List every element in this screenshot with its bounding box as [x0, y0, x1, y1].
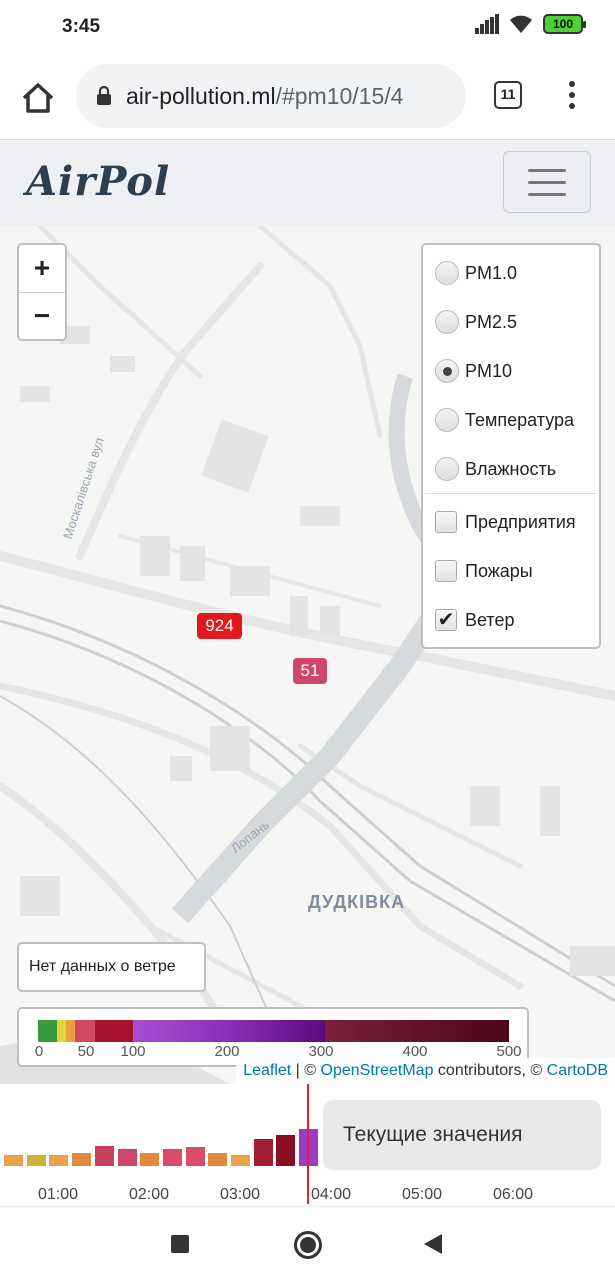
legend-tick: 100 — [120, 1043, 146, 1060]
more-vert-icon[interactable] — [560, 78, 584, 114]
timeline[interactable]: 01:00 02:00 03:00 04:00 05:00 06:00 Теку… — [0, 1084, 615, 1206]
signal-icon — [475, 14, 499, 34]
status-bar: 3:45 100 — [0, 0, 615, 54]
leaflet-link[interactable]: Leaflet — [243, 1062, 291, 1079]
layers-control: PM1.0 PM2.5 PM10 Температура Влажность П… — [421, 243, 601, 649]
overlay-enterprises[interactable]: Предприятия — [435, 511, 576, 533]
layer-pm1[interactable]: PM1.0 — [435, 261, 517, 285]
layer-pm10[interactable]: PM10 — [435, 359, 512, 383]
legend-tick: 0 — [34, 1043, 44, 1060]
layer-temperature[interactable]: Температура — [435, 408, 574, 432]
wifi-icon — [510, 15, 532, 33]
overlay-wind[interactable]: ✔ Ветер — [435, 609, 514, 631]
timeline-label: 04:00 — [310, 1186, 352, 1203]
url-text: air-pollution.ml/#pm10/15/4 — [126, 83, 403, 110]
browser-toolbar: air-pollution.ml/#pm10/15/4 11 — [0, 54, 615, 140]
url-host: air-pollution.ml — [126, 82, 276, 109]
timeline-label: 02:00 — [128, 1186, 170, 1203]
layer-label: PM10 — [465, 360, 513, 381]
zoom-control: + − — [17, 243, 67, 341]
sensor-marker[interactable]: 51 — [293, 658, 327, 684]
timeline-label: 03:00 — [219, 1186, 261, 1203]
timeline-bar[interactable] — [276, 1135, 296, 1166]
timeline-bar[interactable] — [26, 1155, 46, 1166]
layer-label: Влажность — [465, 458, 557, 479]
timeline-bar[interactable] — [185, 1147, 205, 1166]
layer-pm25[interactable]: PM2.5 — [435, 310, 517, 334]
timeline-bar[interactable] — [49, 1155, 69, 1166]
current-values-button[interactable]: Текущие значения — [323, 1100, 601, 1170]
back-icon[interactable] — [424, 1234, 442, 1254]
legend-tick: 50 — [77, 1043, 95, 1060]
timeline-bar[interactable] — [117, 1149, 137, 1166]
checkbox-checked[interactable]: ✔ — [435, 609, 457, 631]
layer-label: Температура — [465, 409, 575, 430]
home-icon[interactable] — [294, 1231, 322, 1259]
timeline-label: 01:00 — [37, 1186, 79, 1203]
hamburger-icon — [528, 169, 566, 172]
timeline-bar[interactable] — [72, 1153, 92, 1166]
layers-divider — [425, 493, 597, 494]
zoom-in-button[interactable]: + — [19, 245, 65, 292]
timeline-bar[interactable] — [208, 1153, 228, 1166]
radio-button[interactable] — [435, 359, 459, 383]
place-label: ДУДКІВКА — [308, 892, 406, 912]
timeline-bar[interactable] — [94, 1146, 114, 1166]
home-icon[interactable] — [16, 76, 60, 120]
checkbox[interactable] — [435, 560, 457, 582]
timeline-bar[interactable] — [162, 1149, 182, 1166]
battery-icon: 100 — [543, 14, 586, 34]
radio-button[interactable] — [435, 408, 459, 432]
overlay-label: Пожары — [465, 560, 533, 581]
zoom-out-button[interactable]: − — [19, 292, 65, 339]
map-attribution: Leaflet | © OpenStreetMap contributors, … — [236, 1058, 615, 1084]
wind-info-box: Нет данных о ветре — [17, 942, 206, 992]
timeline-bar[interactable] — [4, 1155, 23, 1166]
timeline-bar[interactable] — [231, 1155, 250, 1166]
status-icons: 100 — [475, 14, 586, 34]
app-navbar: AirPol — [0, 140, 615, 226]
checkbox[interactable] — [435, 511, 457, 533]
radio-button[interactable] — [435, 261, 459, 285]
layer-humidity[interactable]: Влажность — [435, 457, 556, 481]
overlay-fires[interactable]: Пожары — [435, 560, 533, 582]
timeline-bar[interactable] — [253, 1139, 273, 1166]
map[interactable]: + − PM1.0 PM2.5 PM10 Температура Влажнос… — [0, 226, 615, 1084]
brand-logo[interactable]: AirPol — [26, 158, 170, 205]
layer-label: PM1.0 — [465, 262, 518, 283]
system-nav-bar — [0, 1206, 615, 1280]
url-path: /#pm10/15/4 — [275, 82, 404, 109]
overlay-label: Предприятия — [465, 511, 576, 532]
timeline-label: 06:00 — [492, 1186, 534, 1203]
address-bar[interactable]: air-pollution.ml/#pm10/15/4 — [76, 64, 466, 128]
radio-button[interactable] — [435, 457, 459, 481]
cartodb-link[interactable]: CartoDB — [547, 1062, 608, 1079]
layer-label: PM2.5 — [465, 311, 518, 332]
timeline-bar[interactable] — [140, 1153, 160, 1166]
current-time-indicator[interactable] — [307, 1084, 309, 1204]
timeline-label: 05:00 — [401, 1186, 443, 1203]
radio-button[interactable] — [435, 310, 459, 334]
sensor-marker[interactable]: 924 — [197, 613, 242, 639]
status-time: 3:45 — [62, 16, 101, 37]
lock-icon — [97, 86, 111, 105]
legend-scale — [38, 1020, 509, 1042]
osm-link[interactable]: OpenStreetMap — [321, 1062, 434, 1079]
menu-toggle-button[interactable] — [503, 151, 591, 213]
overlay-label: Ветер — [465, 609, 515, 630]
tabs-icon[interactable]: 11 — [494, 81, 522, 109]
recents-icon[interactable] — [171, 1235, 189, 1253]
